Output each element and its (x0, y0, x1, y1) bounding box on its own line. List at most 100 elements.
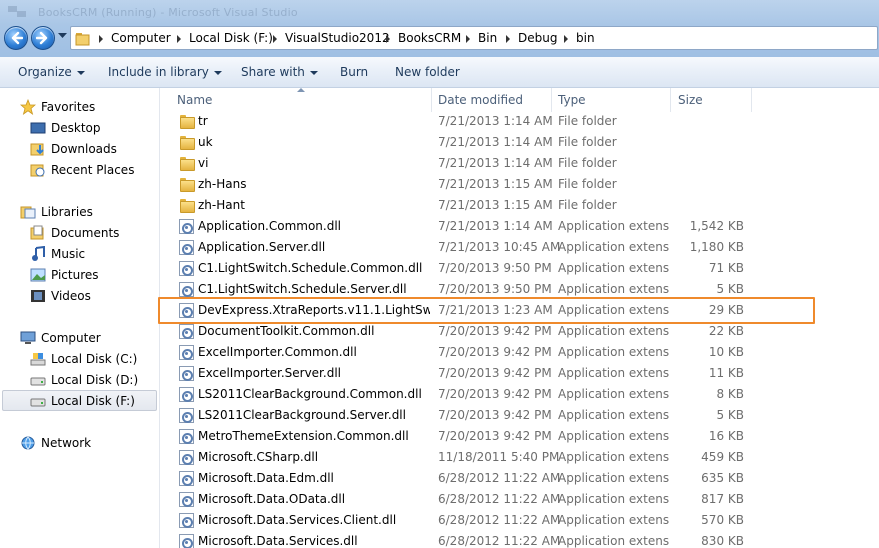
file-row[interactable]: zh-Hans 7/21/2013 1:15 AM File folder (161, 174, 879, 195)
file-date-modified: 7/21/2013 1:15 AM (438, 177, 553, 191)
folder-icon (179, 135, 195, 150)
file-row[interactable]: Application.Server.dll 7/21/2013 10:45 AM… (161, 237, 879, 258)
file-row[interactable]: DocumentToolkit.Common.dll 7/20/2013 9:42… (161, 321, 879, 342)
file-date-modified: 7/20/2013 9:42 PM (438, 387, 552, 401)
breadcrumb-arrow-icon[interactable] (564, 35, 568, 43)
breadcrumb-bin-current[interactable]: bin (576, 31, 595, 45)
file-date-modified: 7/21/2013 10:45 AM (438, 240, 561, 254)
dll-file-icon (179, 408, 194, 423)
file-name: Application.Common.dll (198, 219, 342, 233)
star-icon (20, 99, 36, 115)
file-name: Microsoft.CSharp.dll (198, 450, 319, 464)
system-drive-icon (30, 353, 46, 366)
organize-menu[interactable]: Organize (18, 65, 85, 79)
file-row[interactable]: zh-Hant 7/21/2013 1:15 AM File folder (161, 195, 879, 216)
file-date-modified: 6/28/2012 11:22 AM (438, 534, 561, 548)
file-size: 817 KB (701, 492, 744, 506)
breadcrumb-visualstudio2012[interactable]: VisualStudio2012 (285, 31, 390, 45)
file-date-modified: 7/20/2013 9:42 PM (438, 345, 552, 359)
breadcrumb-debug[interactable]: Debug (518, 31, 557, 45)
documents-icon (30, 225, 44, 240)
forward-button[interactable] (31, 26, 55, 50)
nav-favorites[interactable]: Favorites (20, 97, 177, 118)
music-note-icon (32, 246, 45, 261)
file-row[interactable]: Application.Common.dll 7/21/2013 1:14 AM A… (161, 216, 879, 237)
column-header-name[interactable]: Name (177, 93, 212, 107)
share-with-menu[interactable]: Share with (241, 65, 318, 79)
file-row[interactable]: Microsoft.Data.Services.Client.dll 6/28/2… (161, 510, 879, 531)
column-header-date-modified[interactable]: Date modified (438, 93, 523, 107)
file-type: File folder (558, 177, 617, 191)
downloads-folder-icon (30, 143, 44, 156)
file-row[interactable]: Microsoft.CSharp.dll 11/18/2011 5:40 PM Ap… (161, 447, 879, 468)
dll-file-icon (179, 471, 194, 486)
breadcrumb-bookscrm[interactable]: BooksCRM (398, 31, 461, 45)
file-row[interactable]: vi 7/21/2013 1:14 AM File folder (161, 153, 879, 174)
back-button[interactable] (4, 26, 28, 50)
breadcrumb-arrow-icon[interactable] (506, 35, 510, 43)
file-row[interactable]: MetroThemeExtension.Common.dll 7/20/2013 … (161, 426, 879, 447)
file-row[interactable]: ExcelImporter.Server.dll 7/20/2013 9:42 P… (161, 363, 879, 384)
file-row[interactable]: ExcelImporter.Common.dll 7/20/2013 9:42 P… (161, 342, 879, 363)
new-folder-button[interactable]: New folder (395, 65, 460, 79)
file-type: Application extens... (558, 366, 670, 380)
file-size: 1,542 KB (689, 219, 744, 233)
nav-libraries[interactable]: Libraries (20, 202, 177, 223)
burn-button[interactable]: Burn (340, 65, 368, 79)
nav-local-disk-f[interactable]: Local Disk (F:) (2, 390, 157, 411)
file-size: 830 KB (701, 534, 744, 548)
breadcrumb-arrow-icon[interactable] (386, 35, 390, 43)
nav-computer[interactable]: Computer (20, 328, 177, 349)
chevron-down-icon (309, 70, 318, 75)
libraries-icon (20, 206, 36, 219)
column-divider[interactable] (551, 88, 552, 112)
column-divider[interactable] (670, 88, 671, 112)
command-bar: Organize Include in library Share with B… (0, 57, 879, 88)
file-row[interactable]: Microsoft.Data.OData.dll 6/28/2012 11:22 … (161, 489, 879, 510)
file-name: zh-Hans (198, 177, 247, 191)
file-date-modified: 7/20/2013 9:42 PM (438, 324, 552, 338)
nav-network[interactable]: Network (20, 433, 177, 454)
computer-icon (20, 331, 36, 344)
file-name: tr (198, 114, 208, 128)
file-type: Application extens... (558, 492, 670, 506)
file-date-modified: 6/28/2012 11:22 AM (438, 513, 561, 527)
file-row[interactable]: LS2011ClearBackground.Common.dll 7/20/201… (161, 384, 879, 405)
breadcrumb-local-disk-f[interactable]: Local Disk (F:) (189, 31, 273, 45)
nav-pictures-label: Pictures (51, 268, 99, 282)
dll-file-icon (179, 492, 194, 507)
file-row[interactable]: LS2011ClearBackground.Server.dll 7/20/201… (161, 405, 879, 426)
dll-file-icon (179, 240, 194, 255)
breadcrumb-arrow-icon[interactable] (273, 35, 277, 43)
file-name: C1.LightSwitch.Schedule.Server.dll (198, 282, 407, 296)
breadcrumb-arrow-icon[interactable] (99, 35, 103, 43)
navigation-pane: Favorites Desktop Downloads Recent Place… (0, 88, 160, 548)
film-strip-icon (31, 290, 45, 302)
breadcrumb-arrow-icon[interactable] (466, 35, 470, 43)
folder-icon (75, 31, 91, 49)
include-in-library-menu[interactable]: Include in library (108, 65, 222, 79)
dll-file-icon (179, 387, 194, 402)
file-size: 570 KB (701, 513, 744, 527)
breadcrumb-arrow-icon[interactable] (177, 35, 181, 43)
file-name: Application.Server.dll (198, 240, 326, 254)
breadcrumb-bin[interactable]: Bin (478, 31, 497, 45)
dll-file-icon (179, 324, 194, 339)
file-row[interactable]: tr 7/21/2013 1:14 AM File folder (161, 111, 879, 132)
file-row[interactable]: C1.LightSwitch.Schedule.Common.dll 7/20/2… (161, 258, 879, 279)
column-divider[interactable] (751, 88, 752, 112)
hard-drive-icon (30, 398, 46, 407)
file-type: Application extens... (558, 471, 670, 485)
column-header-size[interactable]: Size (678, 93, 703, 107)
forward-arrow-icon (36, 31, 48, 45)
file-row[interactable]: Microsoft.Data.Edm.dll 6/28/2012 11:22 AM… (161, 468, 879, 489)
column-divider[interactable] (431, 88, 432, 112)
column-header-type[interactable]: Type (558, 93, 586, 107)
file-row[interactable]: uk 7/21/2013 1:14 AM File folder (161, 132, 879, 153)
file-date-modified: 6/28/2012 11:22 AM (438, 471, 561, 485)
recent-pages-dropdown-icon[interactable] (58, 33, 67, 39)
address-bar[interactable]: Computer Local Disk (F:) VisualStudio201… (70, 26, 878, 50)
file-type: Application extens... (558, 324, 670, 338)
breadcrumb-computer[interactable]: Computer (111, 31, 171, 45)
file-row[interactable]: Microsoft.Data.Services.dll 6/28/2012 11:… (161, 531, 879, 548)
